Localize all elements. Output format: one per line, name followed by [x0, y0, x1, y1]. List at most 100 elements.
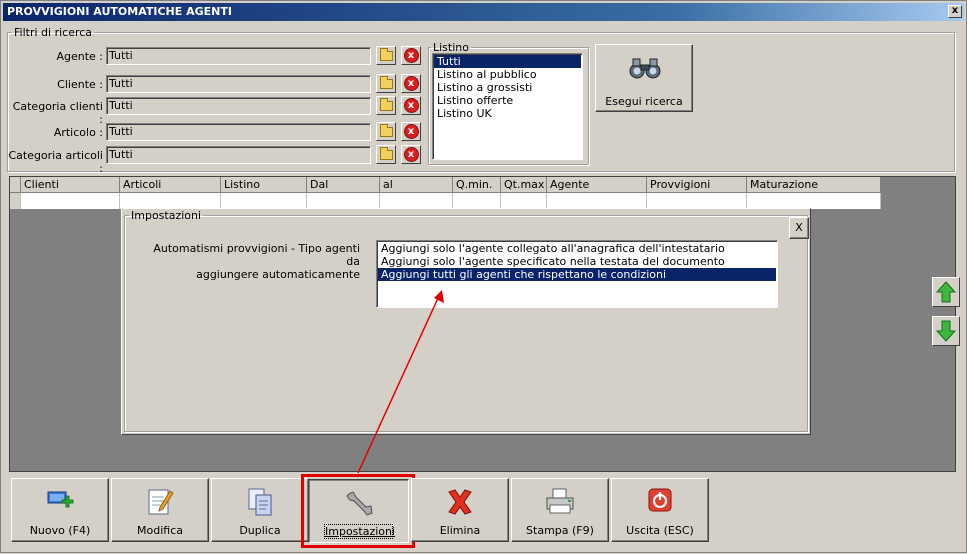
remove-icon: x [403, 124, 419, 139]
categoria-articoli-field[interactable]: Tutti [106, 146, 371, 164]
categoria-clienti-field[interactable]: Tutti [106, 97, 371, 115]
articolo-label: Articolo : [53, 126, 103, 139]
edit-document-icon [148, 489, 174, 515]
listino-item[interactable]: Tutti [434, 55, 581, 68]
table-cell [120, 193, 221, 209]
agente-browse-button[interactable] [376, 46, 396, 65]
articolo-field[interactable]: Tutti [106, 123, 371, 141]
table-cell [21, 193, 120, 209]
categoria-clienti-browse-button[interactable] [376, 96, 396, 115]
remove-icon: x [403, 76, 419, 91]
categoria-articoli-browse-button[interactable] [376, 145, 396, 164]
move-down-button[interactable] [932, 316, 960, 346]
remove-icon: x [403, 147, 419, 162]
grid-header-selector [10, 177, 21, 193]
column-header[interactable]: Maturazione [747, 177, 881, 193]
table-cell [453, 193, 501, 209]
search-button-label: Esegui ricerca [605, 95, 683, 108]
table-cell [307, 193, 380, 209]
folder-icon [379, 75, 393, 89]
column-header[interactable]: Q.min. [453, 177, 501, 193]
column-header[interactable]: Provvigioni [647, 177, 747, 193]
edit-button[interactable]: Modifica [111, 478, 209, 542]
agent-type-option[interactable]: Aggiungi solo l'agente specificato nella… [378, 255, 776, 268]
settings-button[interactable]: Impostazioni [308, 479, 409, 543]
remove-icon: x [403, 48, 419, 63]
search-button[interactable]: Esegui ricerca [595, 44, 693, 112]
column-header[interactable]: al [380, 177, 453, 193]
listino-item[interactable]: Listino a grossisti [434, 81, 581, 94]
column-header[interactable]: Clienti [21, 177, 120, 193]
agente-label: Agente : [56, 50, 103, 63]
binoculars-icon [629, 58, 661, 79]
row-selector [10, 193, 21, 209]
cliente-field[interactable]: Tutti [106, 75, 371, 93]
settings-legend: Impostazioni [131, 209, 202, 222]
table-row[interactable] [10, 193, 881, 209]
print-button[interactable]: Stampa (F9) [511, 478, 609, 542]
main-window: PROVVIGIONI AUTOMATICHE AGENTI x Filtri … [0, 0, 967, 553]
folder-icon [379, 123, 393, 137]
wrench-icon [345, 491, 373, 516]
settings-panel: Impostazioni X Automatismi provvigioni -… [121, 208, 811, 435]
move-up-button[interactable] [932, 277, 960, 307]
filters-legend: Filtri di ricerca [14, 26, 93, 39]
agent-type-option[interactable]: Aggiungi solo l'agente collegato all'ana… [378, 242, 776, 255]
column-header[interactable]: Listino [221, 177, 307, 193]
exit-button-label: Uscita (ESC) [626, 524, 694, 537]
folder-icon [379, 146, 393, 160]
delete-x-icon [448, 489, 472, 515]
new-button[interactable]: Nuovo (F4) [11, 478, 109, 542]
settings-field-label: Automatismi provvigioni - Tipo agenti da… [142, 242, 360, 281]
listino-list[interactable]: Tutti Listino al pubblico Listino a gros… [432, 53, 583, 160]
window-close-button[interactable]: x [948, 5, 962, 18]
remove-icon: x [403, 98, 419, 113]
listino-item[interactable]: Listino UK [434, 107, 581, 120]
cliente-browse-button[interactable] [376, 74, 396, 93]
delete-button[interactable]: Elimina [411, 478, 509, 542]
new-button-label: Nuovo (F4) [29, 524, 91, 537]
articolo-browse-button[interactable] [376, 122, 396, 141]
exit-button[interactable]: Uscita (ESC) [611, 478, 709, 542]
grid-header: Clienti Articoli Listino Dal al Q.min. Q… [10, 177, 881, 193]
settings-field-label-line1: Automatismi provvigioni - Tipo agenti da [153, 242, 360, 268]
window-title: PROVVIGIONI AUTOMATICHE AGENTI [7, 5, 232, 18]
edit-button-label: Modifica [137, 524, 183, 537]
column-header[interactable]: Dal [307, 177, 380, 193]
categoria-articoli-clear-button[interactable]: x [401, 145, 421, 164]
cliente-label: Cliente : [57, 78, 103, 91]
folder-icon [379, 47, 393, 61]
folder-icon [379, 97, 393, 111]
table-cell [221, 193, 307, 209]
settings-button-label: Impostazioni [324, 524, 396, 539]
print-button-label: Stampa (F9) [526, 524, 594, 537]
categoria-clienti-clear-button[interactable]: x [401, 96, 421, 115]
printer-icon [546, 488, 574, 514]
settings-close-button[interactable]: X [789, 217, 809, 239]
listino-item[interactable]: Listino offerte [434, 94, 581, 107]
agent-type-option[interactable]: Aggiungi tutti gli agenti che rispettano… [378, 268, 776, 281]
listino-item[interactable]: Listino al pubblico [434, 68, 581, 81]
cliente-clear-button[interactable]: x [401, 74, 421, 93]
categoria-articoli-label: Categoria articoli : [8, 149, 103, 175]
arrow-up-icon [936, 281, 956, 303]
articolo-clear-button[interactable]: x [401, 122, 421, 141]
column-header[interactable]: Articoli [120, 177, 221, 193]
new-record-icon [47, 491, 74, 508]
column-header[interactable]: Qt.max [501, 177, 547, 193]
duplicate-button[interactable]: Duplica [211, 478, 309, 542]
table-cell [501, 193, 547, 209]
agente-clear-button[interactable]: x [401, 46, 421, 65]
table-cell [747, 193, 881, 209]
table-cell [647, 193, 747, 209]
table-cell [547, 193, 647, 209]
categoria-clienti-label: Categoria clienti : [12, 100, 103, 126]
agente-field[interactable]: Tutti [106, 47, 371, 65]
title-bar: PROVVIGIONI AUTOMATICHE AGENTI x [3, 3, 964, 21]
table-cell [380, 193, 453, 209]
exit-icon [648, 488, 672, 512]
duplicate-button-label: Duplica [239, 524, 281, 537]
agent-type-list[interactable]: Aggiungi solo l'agente collegato all'ana… [376, 240, 778, 308]
column-header[interactable]: Agente [547, 177, 647, 193]
delete-button-label: Elimina [439, 524, 481, 537]
